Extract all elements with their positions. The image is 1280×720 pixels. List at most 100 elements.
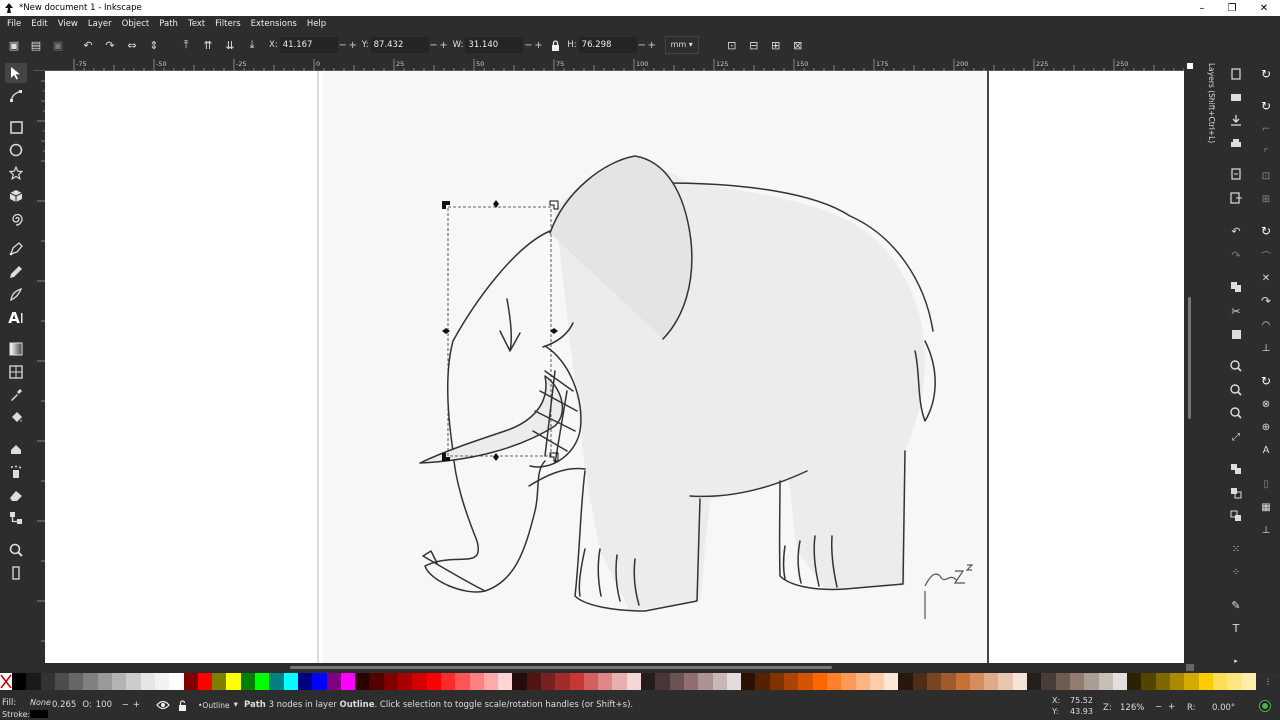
opacity-input[interactable]: 100: [96, 700, 116, 710]
palette-swatch[interactable]: [884, 673, 899, 690]
menu-path[interactable]: Path: [154, 19, 183, 29]
opacity-decrement-button[interactable]: −: [122, 700, 129, 710]
new-document-icon[interactable]: [1227, 65, 1245, 83]
palette-swatch[interactable]: [1084, 673, 1099, 690]
clone-icon[interactable]: [1227, 484, 1245, 502]
raise-icon[interactable]: ⇈: [197, 34, 219, 56]
duplicate-icon[interactable]: [1227, 460, 1245, 478]
snap-cusp-icon[interactable]: ↷: [1257, 292, 1275, 310]
copy-icon[interactable]: [1227, 278, 1245, 296]
palette-swatch[interactable]: [898, 673, 913, 690]
zoom-page-width-icon[interactable]: ⤢: [1227, 428, 1245, 446]
unit-select[interactable]: mm ▾: [664, 36, 699, 54]
palette-swatch[interactable]: [340, 673, 356, 690]
scale-corners-icon[interactable]: ⊟: [743, 34, 765, 56]
menu-edit[interactable]: Edit: [26, 19, 52, 29]
lower-icon[interactable]: ⇊: [219, 34, 241, 56]
palette-swatch[interactable]: [941, 673, 956, 690]
snap-grid-icon[interactable]: ▦: [1257, 498, 1275, 516]
palette-swatch[interactable]: [212, 673, 227, 690]
palette-swatch[interactable]: [112, 673, 127, 690]
palette-swatch[interactable]: [955, 673, 970, 690]
snap-intersection-icon[interactable]: ✕: [1257, 269, 1275, 287]
layers-tab[interactable]: Layers (Shift+Ctrl+L): [1200, 63, 1216, 145]
palette-swatch[interactable]: [526, 673, 541, 690]
palette-swatch[interactable]: [440, 673, 456, 690]
import-icon[interactable]: [1227, 165, 1245, 183]
palette-swatch[interactable]: [712, 673, 727, 690]
no-paint-swatch[interactable]: [0, 673, 12, 690]
measure-tool-icon[interactable]: [5, 563, 27, 583]
palette-swatch[interactable]: [755, 673, 770, 690]
palette-swatch[interactable]: [97, 673, 113, 690]
palette-swatch[interactable]: [812, 673, 827, 690]
close-button[interactable]: ✕: [1248, 0, 1280, 16]
save-document-icon[interactable]: [1227, 111, 1245, 129]
palette-menu-icon[interactable]: ⋮: [1256, 673, 1280, 690]
palette-swatch[interactable]: [312, 673, 327, 690]
snap-rotation-center-icon[interactable]: ⊕: [1257, 418, 1275, 436]
palette-swatch[interactable]: [240, 673, 256, 690]
zoom-page-icon[interactable]: [1227, 404, 1245, 422]
palette-swatch[interactable]: [83, 673, 98, 690]
undo-icon[interactable]: ↶: [1227, 222, 1245, 240]
y-input[interactable]: 87.432: [370, 37, 429, 53]
current-layer-select[interactable]: •Outline ▾: [198, 696, 238, 714]
snap-guide-icon[interactable]: ⊥: [1257, 521, 1275, 539]
palette-swatch[interactable]: [398, 673, 413, 690]
pencil-tool-icon[interactable]: [5, 262, 27, 282]
layer-visibility-icon[interactable]: [156, 698, 170, 712]
palette-swatch[interactable]: [255, 673, 270, 690]
y-increment-button[interactable]: +: [439, 40, 449, 51]
x-decrement-button[interactable]: −: [338, 40, 348, 51]
palette-swatch[interactable]: [927, 673, 942, 690]
palette-swatch[interactable]: [984, 673, 999, 690]
rotate-ccw-icon[interactable]: ↶: [77, 34, 99, 56]
palette-swatch[interactable]: [583, 673, 599, 690]
snap-smooth-icon[interactable]: ◠: [1257, 316, 1275, 334]
scale-stroke-icon[interactable]: ⊡: [721, 34, 743, 56]
palette-swatch[interactable]: [626, 673, 642, 690]
fill-stroke-indicator[interactable]: Fill: None Stroke:: [0, 690, 52, 720]
stroke-width-value[interactable]: 0.265: [52, 700, 76, 710]
palette-swatch[interactable]: [26, 673, 41, 690]
palette-swatch[interactable]: [969, 673, 985, 690]
rectangle-tool-icon[interactable]: [5, 117, 27, 137]
menu-extensions[interactable]: Extensions: [246, 19, 302, 29]
move-gradients-icon[interactable]: ⊞: [765, 34, 787, 56]
palette-swatch[interactable]: [641, 673, 656, 690]
minimize-button[interactable]: –: [1186, 0, 1218, 16]
cut-icon[interactable]: ✂: [1227, 302, 1245, 320]
dropper-tool-icon[interactable]: [5, 385, 27, 405]
snap-bbox-center-icon[interactable]: ⊞: [1257, 190, 1275, 208]
w-increment-button[interactable]: +: [533, 40, 543, 51]
flip-horizontal-icon[interactable]: ⇔: [121, 34, 143, 56]
opacity-increment-button[interactable]: +: [133, 700, 140, 710]
palette-swatch[interactable]: [841, 673, 856, 690]
tweak-tool-icon[interactable]: [5, 439, 27, 459]
palette-swatch[interactable]: [598, 673, 613, 690]
h-increment-button[interactable]: +: [647, 40, 657, 51]
zoom-increment-button[interactable]: +: [1168, 702, 1175, 712]
w-decrement-button[interactable]: −: [523, 40, 533, 51]
palette-swatch[interactable]: [183, 673, 198, 690]
snap-midpoint-icon[interactable]: ⊥: [1257, 339, 1275, 357]
palette-swatch[interactable]: [40, 673, 55, 690]
snap-path-icon[interactable]: ⌒: [1257, 246, 1275, 264]
zoom-tool-icon[interactable]: [5, 540, 27, 560]
palette-swatch[interactable]: [297, 673, 313, 690]
paint-bucket-tool-icon[interactable]: [5, 408, 27, 428]
snap-bbox-icon[interactable]: ↻: [1257, 97, 1275, 115]
select-all-layers-icon[interactable]: ▤: [25, 34, 47, 56]
palette-swatch[interactable]: [498, 673, 513, 690]
open-document-icon[interactable]: [1227, 87, 1245, 105]
group-icon[interactable]: ⁙: [1227, 540, 1245, 558]
palette-swatch[interactable]: [1041, 673, 1056, 690]
palette-swatch[interactable]: [1098, 673, 1113, 690]
redo-icon[interactable]: ↷: [1227, 246, 1245, 264]
palette-swatch[interactable]: [1012, 673, 1028, 690]
snap-text-baseline-icon[interactable]: A: [1257, 441, 1275, 459]
snap-center-icon[interactable]: ⊗: [1257, 395, 1275, 413]
star-tool-icon[interactable]: [5, 163, 27, 183]
raise-to-top-icon[interactable]: ⤒: [175, 34, 197, 56]
